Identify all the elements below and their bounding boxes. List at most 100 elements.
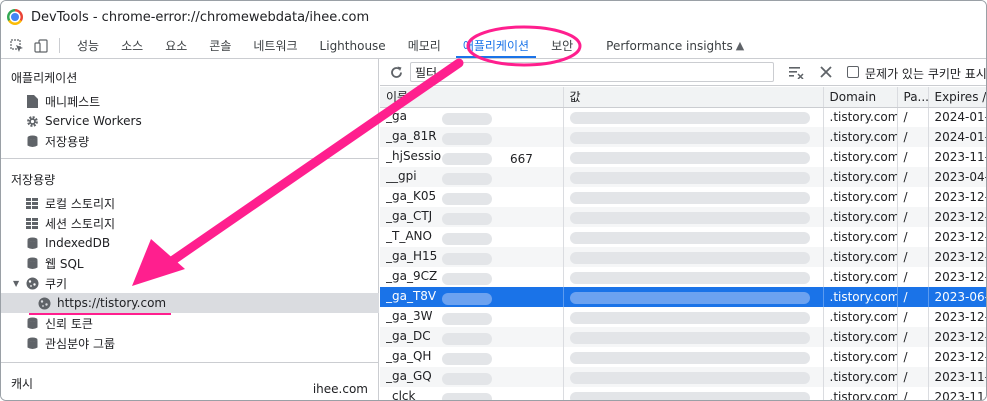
table-row[interactable]: _clck .tistory.com / 2023-11-1	[380, 387, 986, 401]
cell-domain-text: .tistory.com	[829, 210, 897, 224]
cell-path: /	[897, 367, 929, 387]
table-row[interactable]: _ga_K05 .tistory.com / 2023-12-3	[380, 187, 987, 207]
cell-expires: 2023-04-3	[928, 167, 987, 187]
column-path[interactable]: Pa...	[897, 87, 929, 108]
tab-sources[interactable]: 소스	[110, 33, 154, 58]
cell-expires-text: 2024-01-0	[934, 130, 987, 144]
sidebar-item-label: https://tistory.com	[57, 296, 167, 310]
cell-expires: 2023-12-3	[928, 227, 986, 247]
table-row[interactable]: _ga .tistory.com / 2024-01-0	[380, 107, 987, 127]
cell-expires-text: 2023-04-3	[934, 170, 987, 184]
table-row[interactable]: _ga_GQ .tistory.com / 2023-11-1	[380, 367, 987, 387]
sidebar-item-cookies[interactable]: ▼ 쿠키	[13, 273, 67, 293]
host-label: ihee.com	[312, 382, 368, 396]
cell-expires-text: 2024-01-0	[934, 110, 987, 125]
filter-input[interactable]	[410, 62, 774, 82]
sidebar-item-service-workers[interactable]: Service Workers	[25, 111, 142, 131]
tab-performance[interactable]: 성능	[66, 33, 110, 58]
table-row[interactable]: _ga_81R .tistory.com / 2024-01-0	[380, 127, 987, 147]
cell-name-text: _ga_QH	[386, 348, 432, 363]
cell-domain-text: .tistory.com	[829, 250, 897, 264]
redacted-blur	[569, 131, 810, 144]
cell-path-text: /	[903, 170, 908, 184]
cell-name-suffix: 667	[510, 151, 533, 166]
cell-expires-text: 2023-11-1	[934, 370, 987, 384]
tab-memory[interactable]: 메모리	[397, 33, 452, 58]
gear-icon	[25, 114, 39, 128]
table-row[interactable]: _ga_CTJ .tistory.com / 2023-12-3	[380, 207, 986, 227]
redacted-blur	[569, 191, 810, 204]
redacted-blur	[569, 111, 810, 124]
clear-filtered-icon[interactable]	[788, 64, 804, 80]
cell-name: _ga_QH	[380, 347, 564, 367]
column-name[interactable]: 이름	[380, 87, 564, 108]
tab-performance-insights[interactable]: Performance insights ▲	[584, 33, 755, 58]
sidebar-item-web-sql[interactable]: 웹 SQL	[25, 253, 84, 273]
cell-expires: 2023-12-3	[928, 207, 986, 227]
redacted-blur	[569, 291, 810, 304]
cell-path: /	[897, 207, 929, 227]
cell-name: __gpi	[380, 167, 564, 187]
tab-security[interactable]: 보안	[540, 33, 584, 58]
refresh-icon[interactable]	[388, 64, 404, 80]
tab-network[interactable]: 네트워크	[242, 33, 308, 58]
cell-name-text: __gpi	[386, 168, 417, 183]
cell-name: _ga_DC	[380, 327, 564, 347]
redacted-blur	[569, 351, 810, 364]
cell-value	[563, 167, 824, 187]
cell-domain-text: .tistory.com	[829, 150, 897, 164]
tab-console[interactable]: 콘솔	[198, 33, 242, 58]
cell-value	[563, 387, 824, 400]
redacted-blur	[569, 251, 810, 264]
table-row[interactable]: __gpi .tistory.com / 2023-04-3	[380, 167, 987, 187]
cell-domain-text: .tistory.com	[829, 290, 897, 304]
table-row[interactable]: _ga_H15 .tistory.com / 2023-12-3	[380, 247, 986, 267]
cell-path-text: /	[903, 150, 908, 164]
sidebar-item-local-storage[interactable]: 로컬 스토리지	[25, 193, 115, 213]
cell-name-text: _ga_T8V	[386, 288, 437, 303]
table-row[interactable]: _ga_DC .tistory.com / 2023-12-1	[380, 327, 986, 347]
cell-path-text: /	[903, 290, 908, 304]
clear-all-icon[interactable]	[818, 64, 834, 80]
cell-domain-text: .tistory.com	[829, 230, 897, 244]
cell-expires: 2024-01-0	[928, 107, 987, 127]
only-issues-checkbox[interactable]	[847, 66, 859, 78]
cell-value	[563, 307, 824, 327]
sidebar-item-session-storage[interactable]: 세션 스토리지	[25, 213, 115, 233]
expand-triangle-icon[interactable]: ▼	[13, 279, 25, 288]
table-row[interactable]: _hjSessio 667 .tistory.com / 2023-11-2	[380, 147, 986, 167]
sidebar-item-storage[interactable]: 저장용량	[25, 131, 89, 151]
column-expires[interactable]: Expires / M	[928, 87, 986, 108]
inspect-element-icon[interactable]	[5, 33, 29, 58]
cell-name-text: _ga_81R	[386, 128, 437, 143]
document-icon	[25, 94, 39, 108]
tab-lighthouse[interactable]: Lighthouse	[309, 33, 397, 58]
tab-application[interactable]: 애플리케이션	[452, 33, 540, 58]
cell-expires-text: 2023-06-3	[934, 290, 987, 304]
devtools-window: DevTools - chrome-error://chromewebdata/…	[0, 0, 987, 401]
tab-elements[interactable]: 요소	[154, 33, 198, 58]
table-row[interactable]: _ga_QH .tistory.com / 2023-12-1	[380, 347, 986, 367]
sidebar-item-manifest[interactable]: 매니페스트	[25, 91, 100, 111]
cell-expires-text: 2023-12-3	[934, 190, 987, 204]
sidebar-item-cookie-origin[interactable]: https://tistory.com	[37, 293, 166, 313]
table-row[interactable]: _ga_3W .tistory.com / 2023-12-1	[380, 307, 986, 327]
redacted-blur	[569, 151, 810, 164]
cell-value	[563, 147, 824, 167]
cell-domain-text: .tistory.com	[829, 130, 897, 144]
sidebar-item-interest-groups[interactable]: 관심분야 그룹	[25, 333, 115, 353]
cell-domain-text: .tistory.com	[829, 310, 897, 324]
cell-path-text: /	[903, 190, 908, 204]
table-row[interactable]: _ga_9CZ .tistory.com / 2023-12-2	[380, 267, 986, 287]
column-domain[interactable]: Domain	[823, 87, 898, 108]
cell-domain-text: .tistory.com	[829, 110, 897, 125]
sidebar-item-trust-tokens[interactable]: 신뢰 토큰	[25, 313, 93, 333]
cell-expires: 2023-11-1	[928, 387, 986, 400]
cell-path: /	[897, 227, 929, 247]
column-value[interactable]: 값	[563, 87, 824, 108]
device-toolbar-icon[interactable]	[29, 33, 53, 58]
table-row[interactable]: _T_ANO .tistory.com / 2023-12-3	[380, 227, 986, 247]
cell-name-text: _clck	[386, 388, 416, 401]
table-row[interactable]: _ga_T8V .tistory.com / 2023-06-3	[380, 287, 987, 307]
sidebar-item-indexeddb[interactable]: IndexedDB	[25, 233, 110, 253]
